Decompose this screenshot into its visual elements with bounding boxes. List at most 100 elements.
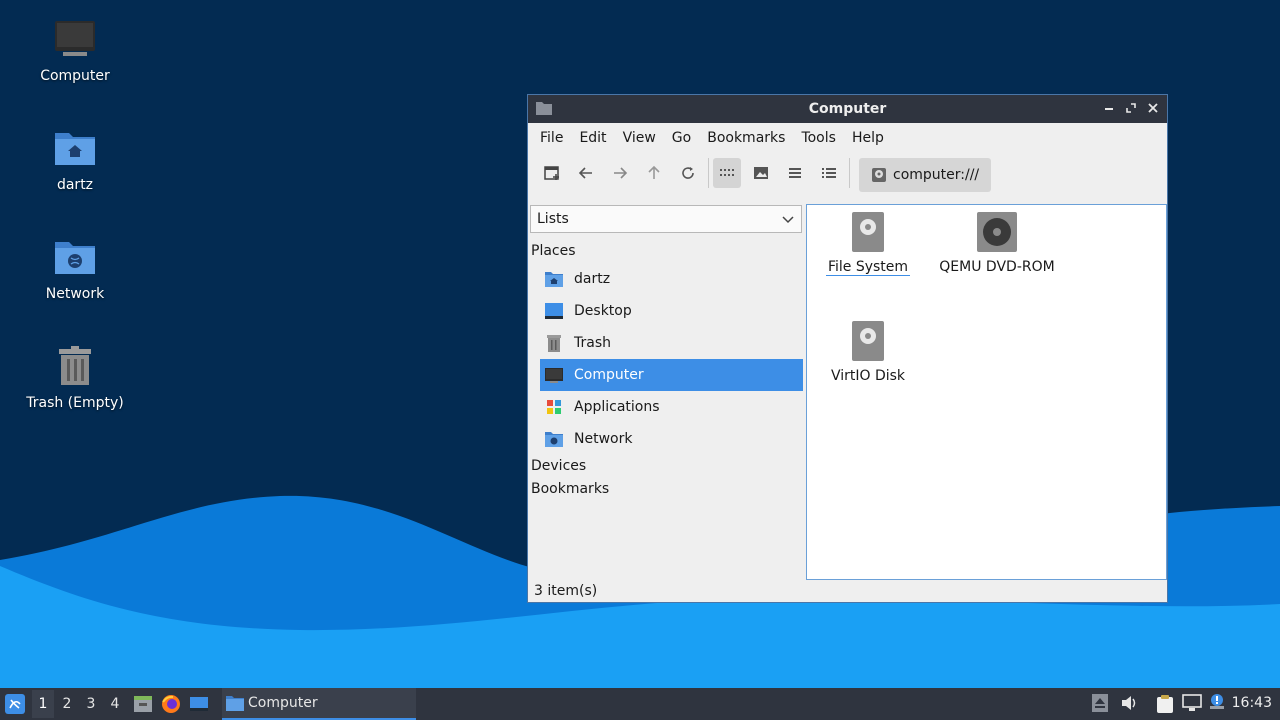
file-item-file-system[interactable]: File System — [803, 211, 933, 276]
menu-view[interactable]: View — [615, 130, 664, 146]
desktop-icon-computer[interactable]: Computer — [15, 18, 135, 84]
menu-tools[interactable]: Tools — [793, 130, 844, 146]
computer-icon — [544, 365, 564, 385]
eject-button[interactable] — [1092, 694, 1108, 716]
location-label: computer:/// — [893, 167, 980, 183]
lubuntu-logo-icon — [5, 694, 25, 714]
place-item-label: Desktop — [574, 303, 632, 319]
status-bar: 3 item(s) — [534, 583, 598, 599]
compact-view-button[interactable] — [781, 158, 809, 188]
workspace-3[interactable]: 3 — [80, 690, 102, 718]
menu-bar: File Edit View Go Bookmarks Tools Help — [528, 123, 1167, 153]
section-devices[interactable]: Devices — [531, 458, 586, 474]
file-item-qemu-dvd-rom[interactable]: QEMU DVD-ROM — [932, 211, 1062, 275]
place-item-label: Trash — [574, 335, 611, 351]
icon-view-button[interactable] — [713, 158, 741, 188]
section-bookmarks[interactable]: Bookmarks — [531, 481, 609, 497]
menu-bookmarks[interactable]: Bookmarks — [699, 130, 793, 146]
network-status-button[interactable] — [1182, 694, 1202, 716]
volume-button[interactable] — [1120, 694, 1138, 716]
file-view[interactable]: File System QEMU DVD-ROM VirtIO Disk — [806, 204, 1167, 580]
home-folder-icon — [544, 269, 564, 289]
harddisk-icon — [872, 168, 886, 182]
start-menu-button[interactable] — [0, 690, 30, 718]
menu-edit[interactable]: Edit — [571, 130, 614, 146]
back-button[interactable] — [572, 158, 600, 188]
network-folder-icon — [544, 429, 564, 449]
up-button[interactable] — [640, 158, 668, 188]
taskbar: 1 2 3 4 Computer 16:43 — [0, 688, 1280, 720]
menu-help[interactable]: Help — [844, 130, 892, 146]
toolbar-separator — [708, 158, 709, 188]
close-button[interactable] — [1145, 99, 1161, 117]
detailed-view-button[interactable] — [815, 158, 843, 188]
file-manager-launcher-icon — [134, 696, 152, 712]
workspace-2[interactable]: 2 — [56, 690, 78, 718]
desktop-icon-trash[interactable]: Trash (Empty) — [15, 345, 135, 411]
place-item-label: Computer — [574, 367, 644, 383]
place-item-network[interactable]: Network — [540, 423, 803, 455]
home-folder-icon — [53, 127, 97, 171]
toolbar-separator — [849, 158, 850, 188]
menu-file[interactable]: File — [532, 130, 571, 146]
computer-icon — [53, 18, 97, 62]
place-item-label: dartz — [574, 271, 611, 287]
applications-icon — [544, 397, 564, 417]
arrow-right-icon — [614, 167, 628, 179]
list-compact-icon — [789, 168, 801, 178]
window-title: Computer — [808, 101, 887, 117]
clipboard-button[interactable] — [1156, 694, 1174, 718]
place-item-trash[interactable]: Trash — [540, 327, 803, 359]
trash-icon — [544, 333, 564, 353]
desktop-icon-label: Network — [45, 286, 105, 302]
close-icon — [1148, 103, 1158, 113]
file-item-virtio-disk[interactable]: VirtIO Disk — [803, 320, 933, 384]
new-tab-button[interactable] — [538, 158, 566, 188]
place-item-computer[interactable]: Computer — [540, 359, 803, 391]
desktop-icon-network[interactable]: Network — [15, 236, 135, 302]
side-pane-mode-select[interactable]: Lists — [530, 205, 802, 233]
chevron-down-icon — [782, 216, 794, 224]
toolbar: computer:/// — [528, 153, 1167, 193]
folder-icon — [226, 696, 244, 711]
harddisk-icon — [851, 211, 885, 253]
maximize-icon — [1126, 103, 1136, 113]
clipboard-icon — [1157, 695, 1173, 713]
place-item-dartz[interactable]: dartz — [540, 263, 803, 295]
firefox-launcher[interactable] — [158, 690, 184, 718]
desktop-icon — [190, 697, 208, 711]
trash-icon — [53, 345, 97, 389]
new-tab-icon — [544, 166, 559, 180]
section-places[interactable]: Places — [531, 243, 576, 259]
workspace-4[interactable]: 4 — [104, 690, 126, 718]
side-pane-mode-value: Lists — [537, 211, 569, 227]
file-item-label: QEMU DVD-ROM — [939, 259, 1055, 275]
window-titlebar[interactable]: Computer — [528, 95, 1167, 123]
location-button[interactable]: computer:/// — [859, 158, 991, 192]
maximize-button[interactable] — [1123, 99, 1139, 117]
desktop-icon-label: dartz — [56, 177, 94, 193]
desktop-icon-dartz[interactable]: dartz — [15, 127, 135, 193]
place-item-desktop[interactable]: Desktop — [540, 295, 803, 327]
taskbar-item-computer[interactable]: Computer — [222, 688, 416, 720]
network-folder-icon — [53, 236, 97, 280]
desktop-icon — [544, 301, 564, 321]
workspace-1[interactable]: 1 — [32, 690, 54, 718]
arrow-up-icon — [648, 165, 660, 179]
reload-icon — [682, 167, 694, 179]
folder-icon — [536, 101, 552, 119]
reload-button[interactable] — [674, 158, 702, 188]
updates-notification-button[interactable] — [1208, 692, 1226, 714]
desktop-launcher[interactable] — [186, 690, 212, 718]
thumbnail-view-button[interactable] — [747, 158, 775, 188]
menu-go[interactable]: Go — [664, 130, 699, 146]
show-desktop-button[interactable] — [130, 690, 156, 718]
place-item-applications[interactable]: Applications — [540, 391, 803, 423]
minimize-button[interactable] — [1101, 99, 1117, 117]
forward-button[interactable] — [606, 158, 634, 188]
taskbar-item-label: Computer — [248, 695, 318, 711]
place-item-label: Applications — [574, 399, 660, 415]
file-item-label: VirtIO Disk — [830, 368, 906, 384]
file-manager-window: Computer File Edit View Go Bookmarks Too… — [527, 94, 1168, 603]
clock[interactable]: 16:43 — [1232, 695, 1272, 711]
